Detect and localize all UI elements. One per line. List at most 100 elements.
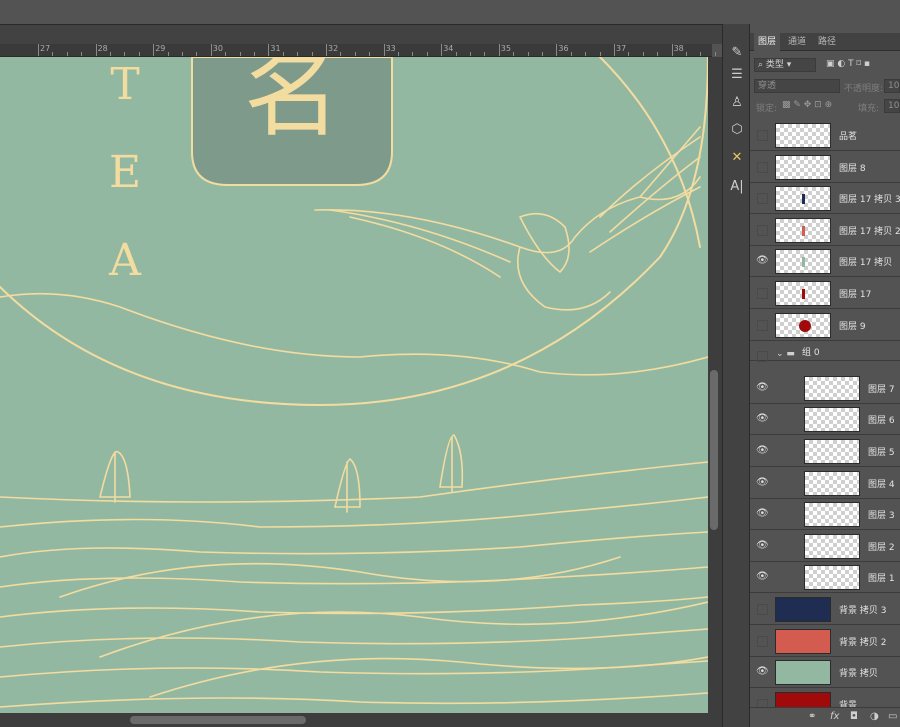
layer-row[interactable]: 👁 图层 2 bbox=[750, 531, 900, 562]
layer-thumbnail bbox=[804, 533, 860, 559]
layer-row[interactable]: 👁 图层 6 bbox=[750, 404, 900, 436]
layer-thumbnail bbox=[775, 249, 831, 275]
layer-thumbnail bbox=[775, 628, 831, 654]
ruler-minor-tick bbox=[239, 52, 241, 56]
layer-mark bbox=[802, 225, 805, 236]
eye-toggle[interactable] bbox=[757, 130, 768, 141]
ruler-tick bbox=[383, 44, 385, 56]
eye-icon[interactable]: 👁 bbox=[756, 665, 769, 679]
ruler-minor-tick bbox=[470, 52, 471, 56]
bird-head bbox=[519, 212, 570, 274]
tab-layers[interactable]: 图层 bbox=[754, 33, 781, 51]
layer-row[interactable]: 👁 背景 拷贝 bbox=[750, 657, 900, 689]
folder-icon[interactable]: ▭ bbox=[888, 711, 897, 722]
eye-toggle[interactable] bbox=[757, 319, 768, 331]
eye-toggle[interactable] bbox=[757, 161, 768, 173]
layer-thumbnail bbox=[804, 565, 860, 591]
stamp-icon[interactable]: ♙ bbox=[726, 92, 748, 114]
ruler-minor-tick bbox=[513, 52, 515, 56]
vertical-scroll-thumb[interactable] bbox=[710, 370, 718, 530]
eye-toggle[interactable] bbox=[757, 604, 768, 615]
link-icon[interactable]: ⚭ bbox=[808, 711, 816, 722]
horizontal-scroll-thumb[interactable] bbox=[130, 716, 306, 724]
crossed-tools-icon[interactable]: ✕ bbox=[726, 147, 748, 169]
ruler-minor-tick bbox=[570, 52, 572, 56]
ruler-minor-tick bbox=[297, 52, 299, 56]
blend-row: 穿透 不透明度: 100 bbox=[750, 78, 900, 96]
layer-name: 图层 17 拷贝 bbox=[839, 258, 893, 269]
layer-row[interactable]: 图层 9 bbox=[750, 310, 900, 341]
ruler-label: 27 bbox=[40, 44, 51, 53]
layer-row[interactable]: 背景 拷贝 2 bbox=[750, 626, 900, 657]
eye-icon[interactable]: 👁 bbox=[756, 412, 769, 426]
lock-icons[interactable]: ▩ ✎ ✥ ⊡ ⊕ bbox=[782, 100, 832, 110]
ruler-minor-tick bbox=[412, 52, 414, 56]
layer-row[interactable]: 图层 8 bbox=[750, 152, 900, 183]
horizontal-scrollbar[interactable] bbox=[0, 713, 722, 727]
eye-toggle[interactable] bbox=[757, 193, 768, 205]
layer-row[interactable]: 👁 图层 4 bbox=[750, 468, 900, 499]
cube-icon[interactable]: ⬡ bbox=[726, 119, 748, 141]
lock-row: 锁定: ▩ ✎ ✥ ⊡ ⊕ 填充: 100 bbox=[750, 98, 900, 116]
eye-toggle[interactable] bbox=[757, 224, 768, 236]
adjust-icon[interactable]: ☰ bbox=[726, 64, 748, 86]
filter-kind-select[interactable]: ⌕ 类型 ▾ bbox=[754, 58, 816, 72]
canvas[interactable]: 名 T E A bbox=[0, 57, 708, 713]
eye-icon[interactable]: 👁 bbox=[756, 570, 769, 584]
mask-icon[interactable]: ◘ bbox=[850, 711, 858, 722]
opacity-field[interactable]: 100 bbox=[884, 79, 900, 93]
eye-toggle[interactable] bbox=[757, 635, 768, 647]
tab-paths[interactable]: 路径 bbox=[814, 33, 840, 51]
ruler-minor-tick bbox=[542, 52, 543, 56]
eye-toggle[interactable] bbox=[757, 351, 768, 363]
ruler-label: 35 bbox=[500, 44, 511, 53]
ruler-tick bbox=[268, 44, 270, 56]
adjustment-icon[interactable]: ◑ bbox=[870, 711, 879, 722]
layers-footer: ⚭ fx ◘ ◑ ▭ bbox=[750, 707, 900, 727]
ruler-minor-tick bbox=[254, 52, 255, 56]
layer-row[interactable]: 品茗 bbox=[750, 120, 900, 151]
layer-row[interactable]: 图层 17 bbox=[750, 278, 900, 309]
layer-row[interactable]: 👁 图层 5 bbox=[750, 436, 900, 467]
ruler-minor-tick bbox=[282, 52, 284, 56]
brush-icon[interactable]: ✎ bbox=[726, 42, 748, 64]
fill-field[interactable]: 100 bbox=[884, 99, 900, 113]
eye-icon[interactable]: 👁 bbox=[756, 476, 769, 490]
eye-icon[interactable]: 👁 bbox=[756, 381, 769, 395]
panel-tabs: 图层 通道 路径 bbox=[750, 33, 900, 51]
ruler-minor-tick bbox=[81, 52, 83, 56]
fx-icon[interactable]: fx bbox=[830, 711, 839, 722]
layer-name: 图层 2 bbox=[868, 542, 895, 553]
text-icon[interactable]: A| bbox=[726, 176, 748, 198]
ruler-minor-tick bbox=[527, 52, 529, 56]
ruler-minor-tick bbox=[455, 52, 457, 56]
layer-name: 图层 3 bbox=[868, 511, 895, 522]
layer-row[interactable]: 👁 图层 1 bbox=[750, 562, 900, 594]
ruler-minor-tick bbox=[484, 52, 486, 56]
eye-icon[interactable]: 👁 bbox=[756, 254, 769, 268]
ruler-tick bbox=[614, 44, 615, 56]
ruler-tick bbox=[671, 44, 673, 56]
layer-name: 图层 4 bbox=[868, 479, 895, 490]
tree-1 bbox=[98, 450, 131, 503]
tab-channels[interactable]: 通道 bbox=[784, 33, 810, 51]
layer-name: 组 0 bbox=[802, 348, 820, 359]
layer-group[interactable]: ⌄ ▬ 组 0 bbox=[750, 341, 900, 363]
layer-row[interactable]: 👁 图层 17 拷贝 bbox=[750, 246, 900, 278]
folder-icon[interactable]: ⌄ ▬ bbox=[776, 349, 795, 359]
eye-icon[interactable]: 👁 bbox=[756, 539, 769, 553]
layer-row[interactable]: 图层 17 拷贝 3 bbox=[750, 183, 900, 215]
opacity-value: 100 bbox=[888, 81, 900, 91]
filter-icons[interactable]: ▣ ◐ T ⌑ ▪ bbox=[826, 59, 870, 69]
eye-icon[interactable]: 👁 bbox=[756, 444, 769, 458]
ruler-minor-tick bbox=[124, 52, 126, 56]
blend-mode-select[interactable]: 穿透 bbox=[754, 79, 840, 93]
layer-row[interactable]: 👁 图层 7 bbox=[750, 373, 900, 404]
layer-row[interactable]: 背景 拷贝 3 bbox=[750, 594, 900, 625]
layer-row[interactable]: 图层 17 拷贝 2 bbox=[750, 215, 900, 246]
eye-icon[interactable]: 👁 bbox=[756, 507, 769, 521]
layer-row[interactable]: 👁 图层 3 bbox=[750, 499, 900, 531]
eye-toggle[interactable] bbox=[757, 288, 768, 299]
lock-label: 锁定: bbox=[756, 104, 778, 114]
layer-thumbnail bbox=[804, 375, 860, 401]
